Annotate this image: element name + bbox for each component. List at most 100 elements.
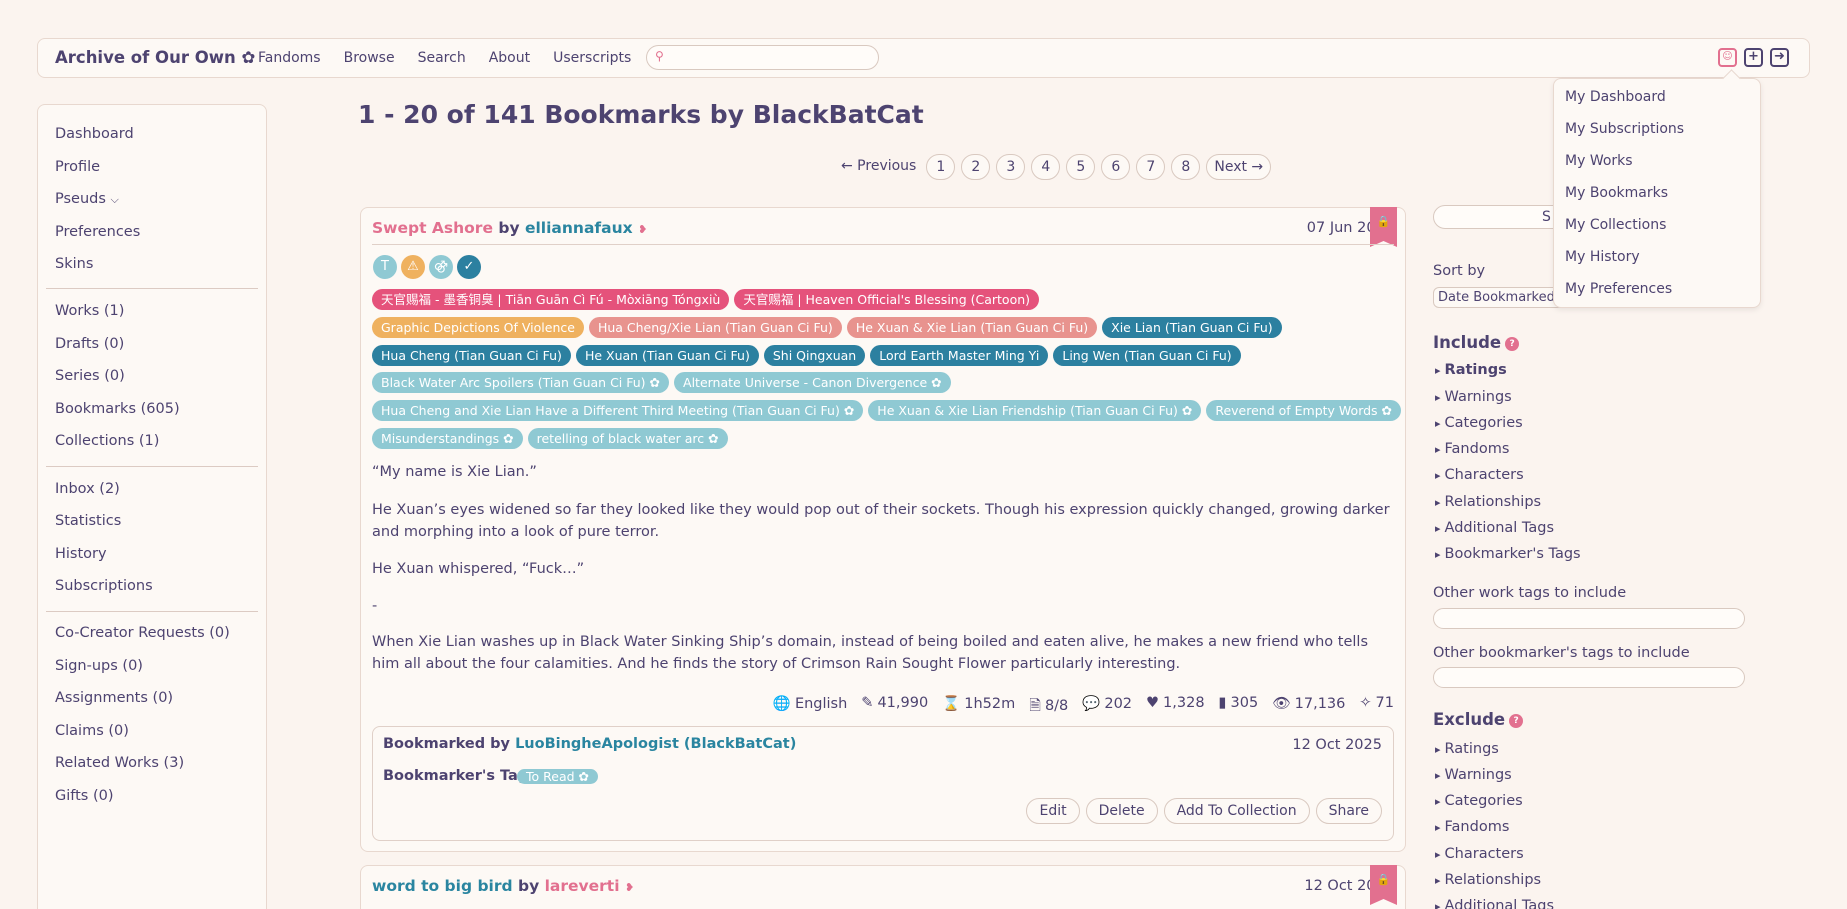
- help-icon[interactable]: ?: [1509, 714, 1524, 728]
- page-link-7[interactable]: 7: [1136, 154, 1166, 180]
- freeform-tag[interactable]: Hua Cheng and Xie Lian Have a Different …: [372, 400, 864, 421]
- bookmarker-tag[interactable]: To Read ✿: [517, 769, 598, 784]
- page-link-2[interactable]: 2: [961, 154, 991, 180]
- stat-value: English: [794, 696, 848, 712]
- next-page-link[interactable]: Next →: [1206, 154, 1272, 180]
- include-categories-toggle[interactable]: Categories: [1435, 415, 1523, 431]
- page-link-8[interactable]: 8: [1171, 154, 1201, 180]
- sidebar-item-statistics[interactable]: Statistics: [55, 513, 121, 529]
- nav-browse[interactable]: Browse: [344, 50, 395, 66]
- add-to-collection-button[interactable]: Add To Collection: [1163, 798, 1310, 824]
- other-work-tags-input[interactable]: [1433, 608, 1745, 629]
- include-warnings-toggle[interactable]: Warnings: [1435, 389, 1512, 405]
- comments-stat[interactable]: 💬 202: [1082, 695, 1132, 720]
- fandom-tag[interactable]: 天官赐福 | Heaven Official's Blessing (Carto…: [734, 289, 1040, 310]
- exclude-fandoms-toggle[interactable]: Fandoms: [1435, 819, 1510, 835]
- sidebar-item-history[interactable]: History: [55, 546, 107, 562]
- freeform-tag[interactable]: Misunderstandings ✿: [372, 428, 523, 449]
- logout-icon[interactable]: ➜: [1770, 48, 1789, 67]
- menu-item-my-dashboard[interactable]: My Dashboard: [1565, 89, 1666, 105]
- include-fandoms-toggle[interactable]: Fandoms: [1435, 441, 1510, 457]
- search-input[interactable]: ⚲: [646, 45, 879, 70]
- author-link[interactable]: lareverti: [545, 877, 620, 895]
- character-tag[interactable]: Ling Wen (Tian Guan Ci Fu): [1053, 345, 1241, 366]
- help-icon[interactable]: ?: [1505, 337, 1520, 351]
- freeform-tag[interactable]: Black Water Arc Spoilers (Tian Guan Ci F…: [372, 372, 670, 393]
- edit-button[interactable]: Edit: [1026, 798, 1080, 824]
- character-tag[interactable]: Shi Qingxuan: [763, 345, 866, 366]
- include-relationships-toggle[interactable]: Relationships: [1435, 494, 1542, 510]
- sidebar-item-skins[interactable]: Skins: [55, 256, 93, 272]
- menu-item-my-bookmarks[interactable]: My Bookmarks: [1565, 185, 1668, 201]
- sidebar-item-series[interactable]: Series (0): [55, 368, 125, 384]
- sidebar-item-subscriptions[interactable]: Subscriptions: [55, 578, 153, 594]
- bookmarks-stat[interactable]: ▮ 305: [1219, 695, 1259, 720]
- sidebar-item-drafts[interactable]: Drafts (0): [55, 336, 124, 352]
- sidebar-item-works[interactable]: Works (1): [55, 303, 124, 319]
- sidebar-item-co-creator-requests[interactable]: Co-Creator Requests (0): [55, 625, 230, 641]
- kudos-stat[interactable]: ♥ 1,328: [1146, 695, 1205, 720]
- freeform-tag[interactable]: He Xuan & Xie Lian Friendship (Tian Guan…: [868, 400, 1202, 421]
- sidebar-item-inbox[interactable]: Inbox (2): [55, 481, 120, 497]
- delete-button[interactable]: Delete: [1085, 798, 1158, 824]
- sidebar-item-preferences[interactable]: Preferences: [55, 224, 140, 240]
- page-link-6[interactable]: 6: [1101, 154, 1131, 180]
- exclude-relationships-toggle[interactable]: Relationships: [1435, 872, 1542, 888]
- sidebar-item-collections[interactable]: Collections (1): [55, 433, 159, 449]
- work-title-link[interactable]: Swept Ashore: [372, 219, 493, 237]
- page-link-3[interactable]: 3: [996, 154, 1026, 180]
- nav-about[interactable]: About: [489, 50, 530, 66]
- character-tag[interactable]: Xie Lian (Tian Guan Ci Fu): [1102, 317, 1282, 338]
- sidebar-item-gifts[interactable]: Gifts (0): [55, 788, 114, 804]
- freeform-tag[interactable]: retelling of black water arc ✿: [527, 428, 728, 449]
- fandom-tag[interactable]: 天官赐福 - 墨香铜臭 | Tiān Guān Cì Fú - Mòxiāng …: [372, 289, 730, 310]
- freeform-tag[interactable]: Alternate Universe - Canon Divergence ✿: [674, 372, 951, 393]
- user-icon[interactable]: ☺: [1718, 48, 1737, 67]
- chevron-down-icon: ⌵: [110, 193, 119, 206]
- include-characters-toggle[interactable]: Characters: [1435, 467, 1524, 483]
- author-link[interactable]: elliannafaux: [525, 219, 633, 237]
- character-tag[interactable]: Hua Cheng (Tian Guan Ci Fu): [372, 345, 571, 366]
- other-bookmarker-tags-input[interactable]: [1433, 667, 1745, 688]
- menu-item-my-collections[interactable]: My Collections: [1565, 217, 1666, 233]
- menu-item-my-works[interactable]: My Works: [1565, 153, 1633, 169]
- sidebar-item-assignments[interactable]: Assignments (0): [55, 690, 173, 706]
- exclude-characters-toggle[interactable]: Characters: [1435, 846, 1524, 862]
- sidebar-item-profile[interactable]: Profile: [55, 159, 100, 175]
- nav-fandoms[interactable]: Fandoms: [258, 50, 321, 66]
- bookmarked-by-label: Bookmarked by: [383, 736, 516, 752]
- include-ratings-toggle[interactable]: Ratings: [1435, 362, 1507, 378]
- sidebar-item-bookmarks[interactable]: Bookmarks (605): [55, 401, 180, 417]
- previous-page-link[interactable]: ← Previous: [841, 154, 920, 180]
- bookmarker-link[interactable]: LuoBingheApologist (BlackBatCat): [515, 736, 796, 752]
- exclude-categories-toggle[interactable]: Categories: [1435, 793, 1523, 809]
- page-link-4[interactable]: 4: [1031, 154, 1061, 180]
- character-tag[interactable]: He Xuan (Tian Guan Ci Fu): [575, 345, 759, 366]
- nav-userscripts[interactable]: Userscripts: [553, 50, 631, 66]
- exclude-warnings-toggle[interactable]: Warnings: [1435, 767, 1512, 783]
- work-title-link[interactable]: word to big bird: [372, 877, 513, 895]
- relationship-tag[interactable]: Hua Cheng/Xie Lian (Tian Guan Ci Fu): [588, 317, 842, 338]
- character-tag[interactable]: Lord Earth Master Ming Yi: [870, 345, 1049, 366]
- exclude-ratings-toggle[interactable]: Ratings: [1435, 741, 1499, 757]
- sidebar-item-dashboard[interactable]: Dashboard: [55, 126, 134, 142]
- exclude-additional-tags-toggle[interactable]: Additional Tags: [1435, 898, 1555, 909]
- include-additional-tags-toggle[interactable]: Additional Tags: [1435, 520, 1555, 536]
- freeform-tag[interactable]: Reverend of Empty Words ✿: [1206, 400, 1402, 421]
- sidebar-item-pseuds[interactable]: Pseuds ⌵: [55, 191, 119, 207]
- menu-item-my-subscriptions[interactable]: My Subscriptions: [1565, 121, 1684, 137]
- sidebar-item-related-works[interactable]: Related Works (3): [55, 755, 184, 771]
- page-link-5[interactable]: 5: [1066, 154, 1096, 180]
- menu-item-my-history[interactable]: My History: [1565, 249, 1640, 265]
- new-work-icon[interactable]: +: [1744, 48, 1763, 67]
- menu-item-my-preferences[interactable]: My Preferences: [1565, 281, 1672, 297]
- relationship-tag[interactable]: He Xuan & Xie Lian (Tian Guan Ci Fu): [846, 317, 1098, 338]
- page-link-1[interactable]: 1: [926, 154, 956, 180]
- sidebar-item-claims[interactable]: Claims (0): [55, 723, 129, 739]
- include-bookmarkers-tags-toggle[interactable]: Bookmarker's Tags: [1435, 546, 1581, 562]
- nav-search[interactable]: Search: [418, 50, 466, 66]
- sidebar-item-sign-ups[interactable]: Sign-ups (0): [55, 658, 143, 674]
- share-button[interactable]: Share: [1315, 798, 1382, 824]
- warning-tag[interactable]: Graphic Depictions Of Violence: [372, 317, 584, 338]
- site-logo[interactable]: Archive of Our Own ✿: [55, 48, 255, 67]
